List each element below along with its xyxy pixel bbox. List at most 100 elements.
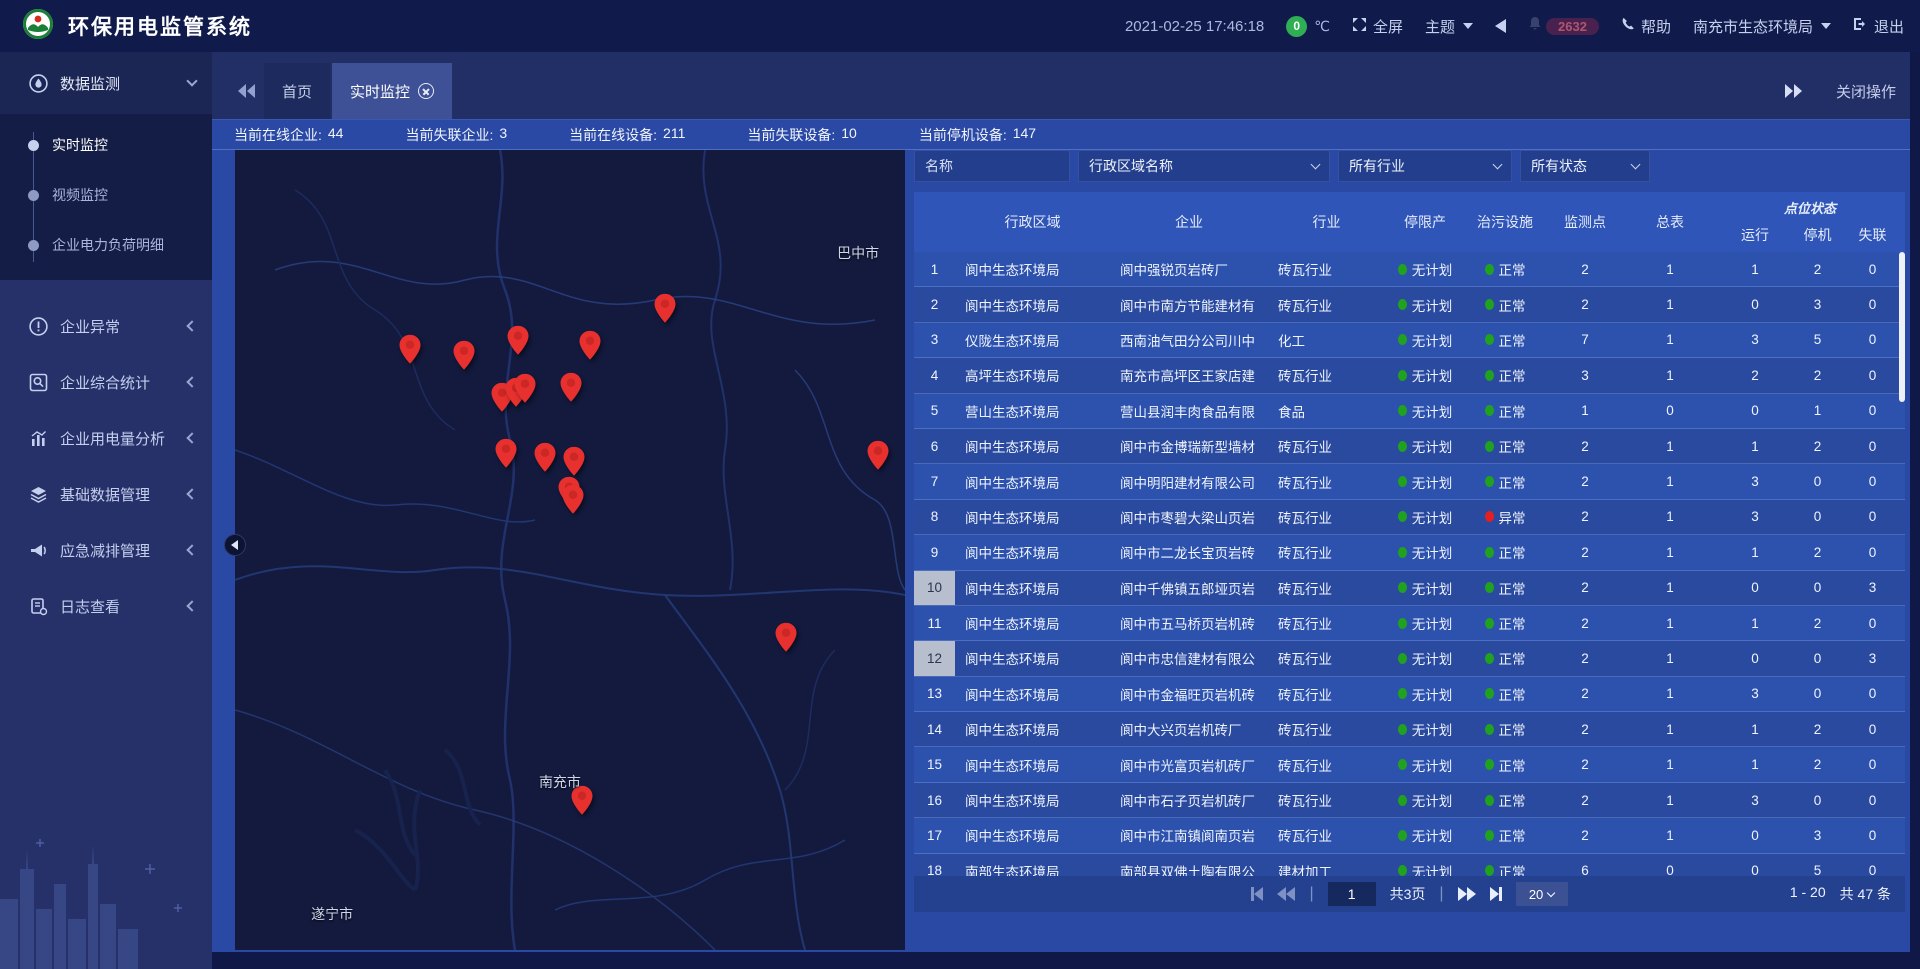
sidebar-item-power-analysis[interactable]: 企业用电量分析 bbox=[0, 410, 212, 466]
scrollbar-thumb[interactable] bbox=[1899, 252, 1905, 402]
map-panel[interactable]: 巴中市南充市遂宁市 bbox=[235, 150, 905, 950]
map-pin[interactable] bbox=[399, 335, 420, 369]
cell-monitor-count: 2 bbox=[1545, 252, 1625, 286]
table-row[interactable]: 11阆中生态环境局阆中市五马桥页岩机砖砖瓦行业无计划正常21120 bbox=[914, 606, 1905, 641]
right-panel: 行政区域名称 所有行业 所有状态 bbox=[914, 150, 1905, 950]
cell-facility-status: 正常 bbox=[1465, 818, 1545, 852]
tab-scroll-left-button[interactable] bbox=[230, 84, 264, 98]
sidebar-item-enterprise-statistics[interactable]: 企业综合统计 bbox=[0, 354, 212, 410]
map-pin[interactable] bbox=[535, 443, 556, 477]
table-row[interactable]: 1阆中生态环境局阆中强锐页岩砖厂砖瓦行业无计划正常21120 bbox=[914, 252, 1905, 287]
theme-dropdown[interactable]: 主题 bbox=[1425, 16, 1473, 37]
stat-label: 当前失联企业: bbox=[405, 125, 493, 145]
row-index: 12 bbox=[914, 641, 955, 675]
first-page-button[interactable] bbox=[1251, 887, 1263, 901]
cell-industry: 砖瓦行业 bbox=[1268, 429, 1385, 463]
workspace: 当前在线企业: 44 当前失联企业: 3 当前在线设备: 211 当前失联设备:… bbox=[212, 120, 1910, 952]
cell-monitor-count: 2 bbox=[1545, 500, 1625, 534]
table-row[interactable]: 10阆中生态环境局阆中千佛镇五郎垭页岩砖瓦行业无计划正常21003 bbox=[914, 571, 1905, 606]
page-title: 环保用电监管系统 bbox=[68, 11, 252, 41]
table-row[interactable]: 14阆中生态环境局阆中大兴页岩机砖厂砖瓦行业无计划正常21120 bbox=[914, 712, 1905, 747]
sidebar-item-label: 基础数据管理 bbox=[60, 484, 150, 505]
close-icon[interactable] bbox=[418, 83, 434, 99]
help-button[interactable]: 帮助 bbox=[1621, 16, 1671, 37]
map-collapse-button[interactable] bbox=[224, 534, 246, 556]
table-row[interactable]: 7阆中生态环境局阆中明阳建材有限公司砖瓦行业无计划正常21300 bbox=[914, 464, 1905, 499]
sidebar-item-log-view[interactable]: 日志查看 bbox=[0, 578, 212, 634]
table-row[interactable]: 4高坪生态环境局南充市高坪区王家店建砖瓦行业无计划正常31220 bbox=[914, 358, 1905, 393]
map-pin[interactable] bbox=[507, 326, 528, 360]
bureau-dropdown[interactable]: 南充市生态环境局 bbox=[1693, 16, 1831, 37]
sidebar-item-enterprise-abnormal[interactable]: 企业异常 bbox=[0, 298, 212, 354]
next-page-button[interactable] bbox=[1458, 887, 1476, 901]
col-header-region: 行政区域 bbox=[955, 192, 1110, 252]
page-size-select[interactable]: 20 bbox=[1516, 882, 1568, 906]
tab-scroll-right-button[interactable] bbox=[1776, 84, 1810, 98]
map-pin[interactable] bbox=[775, 623, 796, 657]
map-pin[interactable] bbox=[564, 447, 585, 481]
stat-label: 当前失联设备: bbox=[747, 125, 835, 145]
notifications-widget[interactable]: 2632 bbox=[1528, 16, 1599, 36]
table-row[interactable]: 15阆中生态环境局阆中市光富页岩机砖厂砖瓦行业无计划正常21120 bbox=[914, 747, 1905, 782]
table-row[interactable]: 12阆中生态环境局阆中市忠信建材有限公砖瓦行业无计划正常21003 bbox=[914, 641, 1905, 676]
map-pin[interactable] bbox=[495, 439, 516, 473]
sound-mute-button[interactable] bbox=[1495, 19, 1506, 33]
fullscreen-label: 全屏 bbox=[1373, 16, 1403, 37]
page-number-input[interactable]: 1 bbox=[1328, 882, 1376, 906]
table-row[interactable]: 18南部生态环境局南部县双佛土陶有限公建材加工无计划正常60050 bbox=[914, 854, 1905, 876]
tab-home[interactable]: 首页 bbox=[264, 63, 330, 119]
map-pin[interactable] bbox=[580, 331, 601, 365]
cell-facility-status: 正常 bbox=[1465, 358, 1545, 392]
name-filter-input[interactable] bbox=[914, 150, 1070, 182]
map-pin[interactable] bbox=[560, 373, 581, 407]
region-filter-select[interactable]: 行政区域名称 bbox=[1078, 150, 1330, 182]
tab-realtime-monitoring[interactable]: 实时监控 bbox=[332, 63, 452, 119]
cell-stop-status: 无计划 bbox=[1385, 854, 1465, 876]
table-row[interactable]: 2阆中生态环境局阆中市南方节能建材有砖瓦行业无计划正常21030 bbox=[914, 287, 1905, 322]
status-filter-select[interactable]: 所有状态 bbox=[1520, 150, 1650, 182]
table-row[interactable]: 8阆中生态环境局阆中市枣碧大梁山页岩砖瓦行业无计划异常21300 bbox=[914, 500, 1905, 535]
cell-region: 南部生态环境局 bbox=[955, 854, 1110, 876]
status-dot-icon bbox=[1398, 299, 1407, 310]
sidebar-item-label: 实时监控 bbox=[52, 135, 108, 155]
cell-meter-count: 0 bbox=[1625, 394, 1715, 428]
map-pin[interactable] bbox=[868, 441, 889, 475]
stat-value: 211 bbox=[663, 125, 685, 145]
cell-industry: 砖瓦行业 bbox=[1268, 464, 1385, 498]
table-row[interactable]: 13阆中生态环境局阆中市金福旺页岩机砖砖瓦行业无计划正常21300 bbox=[914, 677, 1905, 712]
logout-button[interactable]: 退出 bbox=[1853, 16, 1904, 37]
sidebar-item-base-data[interactable]: 基础数据管理 bbox=[0, 466, 212, 522]
sidebar-item-power-load-detail[interactable]: 企业电力负荷明细 bbox=[0, 220, 212, 270]
sidebar-item-video-monitoring[interactable]: 视频监控 bbox=[0, 170, 212, 220]
close-operations-button[interactable]: 关闭操作 bbox=[1836, 81, 1896, 102]
cell-region: 阆中生态环境局 bbox=[955, 712, 1110, 746]
cell-region: 阆中生态环境局 bbox=[955, 500, 1110, 534]
table-row[interactable]: 3仪陇生态环境局西南油气田分公司川中化工无计划正常71350 bbox=[914, 323, 1905, 358]
megaphone-icon bbox=[28, 540, 48, 560]
table-row[interactable]: 9阆中生态环境局阆中市二龙长宝页岩砖砖瓦行业无计划正常21120 bbox=[914, 535, 1905, 570]
map-pin[interactable] bbox=[562, 485, 583, 519]
table-row[interactable]: 16阆中生态环境局阆中市石子页岩机砖厂砖瓦行业无计划正常21300 bbox=[914, 783, 1905, 818]
table-row[interactable]: 17阆中生态环境局阆中市江南镇阆南页岩砖瓦行业无计划正常21030 bbox=[914, 818, 1905, 853]
cell-company: 阆中市枣碧大梁山页岩 bbox=[1110, 500, 1268, 534]
sidebar-item-realtime-monitoring[interactable]: 实时监控 bbox=[0, 120, 212, 170]
fullscreen-button[interactable]: 全屏 bbox=[1352, 16, 1403, 37]
sidebar-item-emergency-reduction[interactable]: 应急减排管理 bbox=[0, 522, 212, 578]
alert-circle-icon bbox=[28, 316, 48, 336]
table-row[interactable]: 6阆中生态环境局阆中市金博瑞新型墙材砖瓦行业无计划正常21120 bbox=[914, 429, 1905, 464]
map-pin[interactable] bbox=[655, 294, 676, 328]
map-pin[interactable] bbox=[515, 374, 536, 408]
cell-region: 阆中生态环境局 bbox=[955, 677, 1110, 711]
table-body: 1阆中生态环境局阆中强锐页岩砖厂砖瓦行业无计划正常211202阆中生态环境局阆中… bbox=[914, 252, 1905, 876]
cell-company: 阆中市南方节能建材有 bbox=[1110, 287, 1268, 321]
sidebar-item-data-monitoring[interactable]: 数据监测 bbox=[0, 52, 212, 114]
cell-halt-count: 3 bbox=[1795, 287, 1840, 321]
notification-count-badge: 2632 bbox=[1546, 18, 1599, 35]
table-row[interactable]: 5营山生态环境局营山县润丰肉食品有限食品无计划正常10010 bbox=[914, 394, 1905, 429]
map-city-label: 遂宁市 bbox=[311, 904, 353, 924]
map-pin[interactable] bbox=[454, 341, 475, 375]
industry-filter-select[interactable]: 所有行业 bbox=[1338, 150, 1512, 182]
last-page-button[interactable] bbox=[1490, 887, 1502, 901]
cell-industry: 食品 bbox=[1268, 394, 1385, 428]
previous-page-button[interactable] bbox=[1277, 887, 1295, 901]
